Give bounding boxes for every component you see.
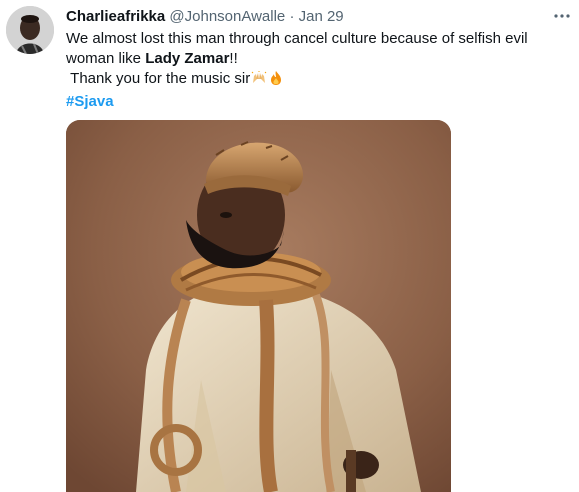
hashtag-line: #Sjava bbox=[66, 92, 566, 112]
tweet-header: Charlieafrikka @JohnsonAwalle · Jan 29 bbox=[66, 7, 344, 27]
photo-portrait-illustration bbox=[66, 120, 451, 492]
raising-hands-emoji bbox=[251, 70, 267, 92]
tweet-text: We almost lost this man through cancel c… bbox=[66, 29, 566, 112]
author-handle[interactable]: @JohnsonAwalle bbox=[169, 8, 285, 25]
tweet-date[interactable]: Jan 29 bbox=[299, 8, 344, 25]
tweet-text-line-1: We almost lost this man through cancel c… bbox=[66, 30, 528, 47]
tweet-text-line-2: woman like Lady Zamar!! bbox=[66, 49, 566, 69]
tweet-text-bold-name: Lady Zamar bbox=[145, 50, 230, 67]
tweet[interactable]: Charlieafrikka @JohnsonAwalle · Jan 29 W… bbox=[0, 0, 579, 492]
more-horizontal-icon[interactable] bbox=[550, 4, 574, 28]
author-name[interactable]: Charlieafrikka bbox=[66, 8, 165, 25]
tweet-text-line-2-pre: woman like bbox=[66, 50, 146, 67]
tweet-photo[interactable] bbox=[66, 120, 451, 492]
avatar[interactable] bbox=[6, 6, 54, 54]
fire-emoji bbox=[268, 70, 284, 92]
tweet-text-line-3-text: Thank you for the music sir bbox=[70, 70, 251, 87]
tweet-text-line-2-post: !! bbox=[229, 50, 238, 67]
hashtag-link[interactable]: #Sjava bbox=[66, 93, 114, 110]
header-separator: · bbox=[289, 8, 295, 25]
tweet-text-line-3: Thank you for the music sir bbox=[66, 69, 566, 92]
